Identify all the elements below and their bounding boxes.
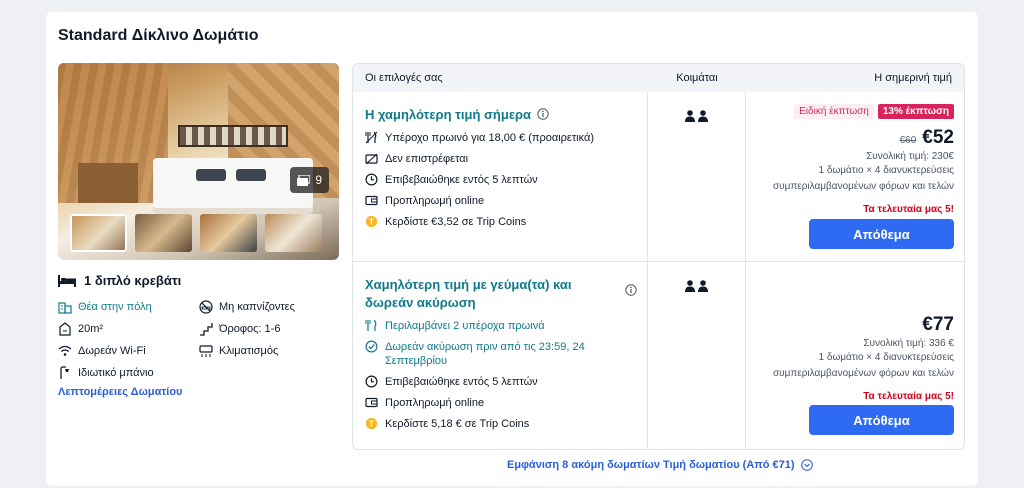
- clock-icon: [365, 375, 378, 388]
- feature-confirmation: Επιβεβαιώθηκε εντός 5 λεπτών: [365, 173, 635, 187]
- header-sleeps: Κοιμάται: [676, 72, 718, 84]
- svg-text:T: T: [369, 419, 374, 428]
- availability-urgency: Τα τελευταία μας 5!: [863, 204, 954, 215]
- two-guests-icon: [684, 110, 708, 122]
- photos-icon: [297, 174, 311, 186]
- sleeps-cell: [648, 92, 746, 261]
- rate-option-title: Η χαμηλότερη τιμή σήμερα: [365, 106, 635, 124]
- air-conditioning-icon: [199, 345, 213, 357]
- wallet-icon: [365, 397, 378, 408]
- photo-thumbnail[interactable]: [265, 214, 322, 252]
- price-cell: Ειδική έκπτωση 13% έκπτωση €60 €52 Συνολ…: [746, 92, 964, 261]
- feature-prepay: Προπληρωμή online: [365, 194, 635, 208]
- amenity-air-conditioning: Κλιματισμός: [199, 344, 339, 358]
- special-discount-badge: Ειδική έκπτωση: [794, 104, 874, 119]
- book-button[interactable]: Απόθεμα: [809, 405, 954, 435]
- amenity-area: 20m²: [58, 322, 199, 336]
- city-view-icon: [58, 302, 72, 314]
- rate-options-table: Οι επιλογές σας Κοιμάται Η σημερινή τιμή…: [352, 63, 965, 450]
- stay-summary: 1 δωμάτιο × 4 διανυκτερεύσεις: [818, 352, 954, 363]
- show-more-rooms-link[interactable]: Εμφάνιση 8 ακόμη δωματίων Τιμή δωματίου …: [507, 459, 813, 471]
- room-card: Standard Δίκλινο Δωμάτιο 9 1 διπλό κρεβά…: [46, 12, 978, 486]
- no-smoking-icon: [199, 300, 213, 314]
- area-icon: [59, 322, 71, 336]
- two-guests-icon: [684, 280, 708, 292]
- coin-icon: T: [365, 417, 378, 430]
- total-price: Συνολική τιμή: 230€: [866, 151, 954, 162]
- taxes-note: συμπεριλαμβανομένων φόρων και τελών: [772, 181, 954, 192]
- feature-free-cancellation: Δωρεάν ακύρωση πριν από τις 23:59, 24 Σε…: [365, 340, 635, 368]
- info-icon[interactable]: [537, 108, 549, 120]
- svg-text:T: T: [369, 217, 374, 226]
- total-price: Συνολική τιμή: 336 €: [863, 338, 954, 349]
- feature-breakfast: Υπέροχο πρωινό για 18,00 € (προαιρετικά): [365, 131, 635, 145]
- room-details-link[interactable]: Λεπτομέρειες Δωματίου: [58, 386, 182, 398]
- feature-trip-coins: T Κερδίστε 5,18 € σε Trip Coins: [365, 417, 635, 431]
- photo-thumbnail[interactable]: [70, 214, 127, 252]
- breakfast-icon: [365, 319, 377, 331]
- header-options: Οι επιλογές σας: [365, 72, 443, 84]
- rate-option-title: Χαμηλότερη τιμή με γεύμα(τα) και δωρεάν …: [365, 277, 572, 310]
- photo-count-badge[interactable]: 9: [290, 167, 329, 193]
- amenities-list: Θέα στην πόλη Μη καπνίζοντες 20m² Όροφος…: [58, 300, 339, 380]
- clock-icon: [365, 173, 378, 186]
- feature-prepay: Προπληρωμή online: [365, 396, 635, 410]
- amenity-no-smoking: Μη καπνίζοντες: [199, 300, 339, 314]
- shower-icon: [60, 366, 69, 379]
- wifi-icon: [58, 345, 72, 356]
- amenity-private-bathroom: Ιδιωτικό μπάνιο: [58, 366, 199, 380]
- original-price: €60: [899, 135, 917, 146]
- floor-icon: [200, 323, 213, 336]
- stay-summary: 1 δωμάτιο × 4 διανυκτερεύσεις: [818, 165, 954, 176]
- photo-count: 9: [315, 173, 322, 187]
- info-icon[interactable]: [625, 284, 637, 296]
- feature-confirmation: Επιβεβαιώθηκε εντός 5 λεπτών: [365, 375, 635, 389]
- non-refundable-icon: [365, 153, 378, 165]
- amenity-floor: Όροφος: 1-6: [199, 322, 339, 336]
- room-photo-gallery[interactable]: 9: [58, 63, 339, 260]
- feature-trip-coins: T Κερδίστε €3,52 σε Trip Coins: [365, 215, 635, 229]
- current-price: €52: [922, 127, 954, 148]
- sleeps-cell: [648, 262, 746, 449]
- photo-thumbnail[interactable]: [200, 214, 257, 252]
- wallet-icon: [365, 195, 378, 206]
- taxes-note: συμπεριλαμβανομένων φόρων και τελών: [772, 368, 954, 379]
- discount-percent-badge: 13% έκπτωση: [877, 104, 954, 119]
- photo-thumbnail[interactable]: [135, 214, 192, 252]
- header-price: Η σημερινή τιμή: [874, 72, 952, 84]
- breakfast-icon: [365, 131, 378, 144]
- coin-icon: T: [365, 215, 378, 228]
- check-circle-icon: [365, 340, 378, 353]
- chevron-down-icon: [800, 459, 813, 471]
- bed-info: 1 διπλό κρεβάτι: [58, 273, 181, 288]
- room-title: Standard Δίκλινο Δωμάτιο: [58, 27, 259, 44]
- amenity-city-view: Θέα στην πόλη: [58, 300, 199, 314]
- price-cell: €77 Συνολική τιμή: 336 € 1 δωμάτιο × 4 δ…: [746, 262, 964, 449]
- table-header: Οι επιλογές σας Κοιμάται Η σημερινή τιμή: [353, 64, 964, 92]
- availability-urgency: Τα τελευταία μας 5!: [863, 391, 954, 402]
- rate-option-row: Η χαμηλότερη τιμή σήμερα Υπέροχο πρωινό …: [353, 92, 964, 262]
- rate-option-row: Χαμηλότερη τιμή με γεύμα(τα) και δωρεάν …: [353, 262, 964, 449]
- bed-label: 1 διπλό κρεβάτι: [84, 273, 182, 288]
- current-price: €77: [922, 314, 954, 335]
- book-button[interactable]: Απόθεμα: [809, 219, 954, 249]
- feature-non-refundable: Δεν επιστρέφεται: [365, 152, 635, 166]
- amenity-wifi: Δωρεάν Wi-Fi: [58, 344, 199, 358]
- bed-icon: [58, 274, 76, 287]
- feature-breakfast-included: Περιλαμβάνει 2 υπέροχα πρωινά: [365, 319, 635, 333]
